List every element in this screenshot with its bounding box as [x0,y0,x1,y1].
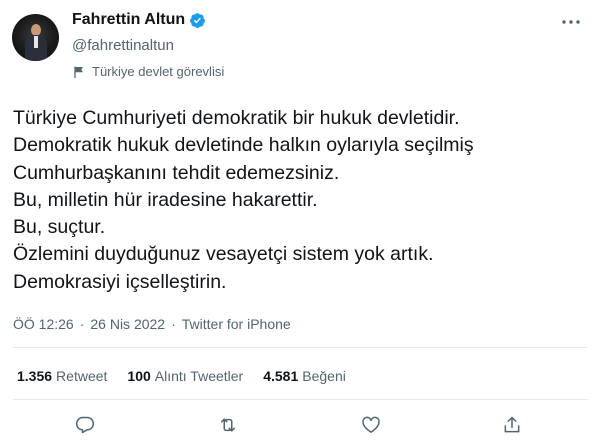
display-name[interactable]: Fahrettin Altun [72,11,185,29]
account-label-text: Türkiye devlet görevlisi [92,64,225,79]
author-name-row: Fahrettin Altun [72,11,206,29]
tweet-text-line: Cumhurbaşkanını tehdit edemezsiniz. [13,161,340,184]
account-label: Türkiye devlet görevlisi [72,64,224,79]
tweet-source[interactable]: Twitter for iPhone [182,316,291,332]
tweet-text-line: Demokrasiyi içselleştirin. [13,270,227,293]
divider [13,399,588,400]
divider [13,347,588,348]
engagement-stats: 1.356 Retweet 100 Alıntı Tweetler 4.581 … [17,368,366,384]
retweets-label: Retweet [56,368,108,384]
heart-icon[interactable] [358,412,384,438]
action-bar [0,412,596,438]
tweet-text-line: Bu, suçtur. [13,216,106,239]
tweet-card: Fahrettin Altun @fahrettinaltun Türkiye … [0,0,596,446]
avatar[interactable] [12,14,59,61]
tweet-text-line: Türkiye Cumhuriyeti demokratik bir hukuk… [13,107,460,129]
likes-stat[interactable]: 4.581 Beğeni [263,368,346,384]
retweets-stat[interactable]: 1.356 Retweet [17,368,107,384]
meta-separator: · [79,316,85,332]
tweet-text-line: Demokratik hukuk devletinde halkın oylar… [13,134,474,157]
likes-label: Beğeni [302,368,346,384]
quotes-label: Alıntı Tweetler [154,368,244,384]
share-icon[interactable] [499,412,525,438]
meta-separator: · [171,316,176,332]
quotes-stat[interactable]: 100 Alıntı Tweetler [127,368,243,384]
retweets-count: 1.356 [17,368,53,384]
government-flag-icon [72,65,86,79]
tweet-date[interactable]: 26 Nis 2022 [90,316,165,332]
likes-count: 4.581 [263,368,299,384]
user-handle[interactable]: @fahrettinaltun [72,37,174,54]
reply-icon[interactable] [72,412,98,438]
tweet-text-line: Bu, milletin hür iradesine hakarettir. [13,188,318,211]
more-options-icon[interactable] [559,12,583,32]
retweet-icon[interactable] [215,412,241,438]
tweet-time[interactable]: ÖÖ 12:26 [13,316,74,332]
quotes-count: 100 [127,368,151,384]
tweet-text: Türkiye Cumhuriyeti demokratik bir hukuk… [13,105,588,296]
tweet-metadata: ÖÖ 12:26 · 26 Nis 2022 · Twitter for iPh… [13,316,291,332]
verified-badge-icon [189,12,206,29]
tweet-text-line: Özlemini duyduğunuz vesayetçi sistem yok… [13,243,434,266]
